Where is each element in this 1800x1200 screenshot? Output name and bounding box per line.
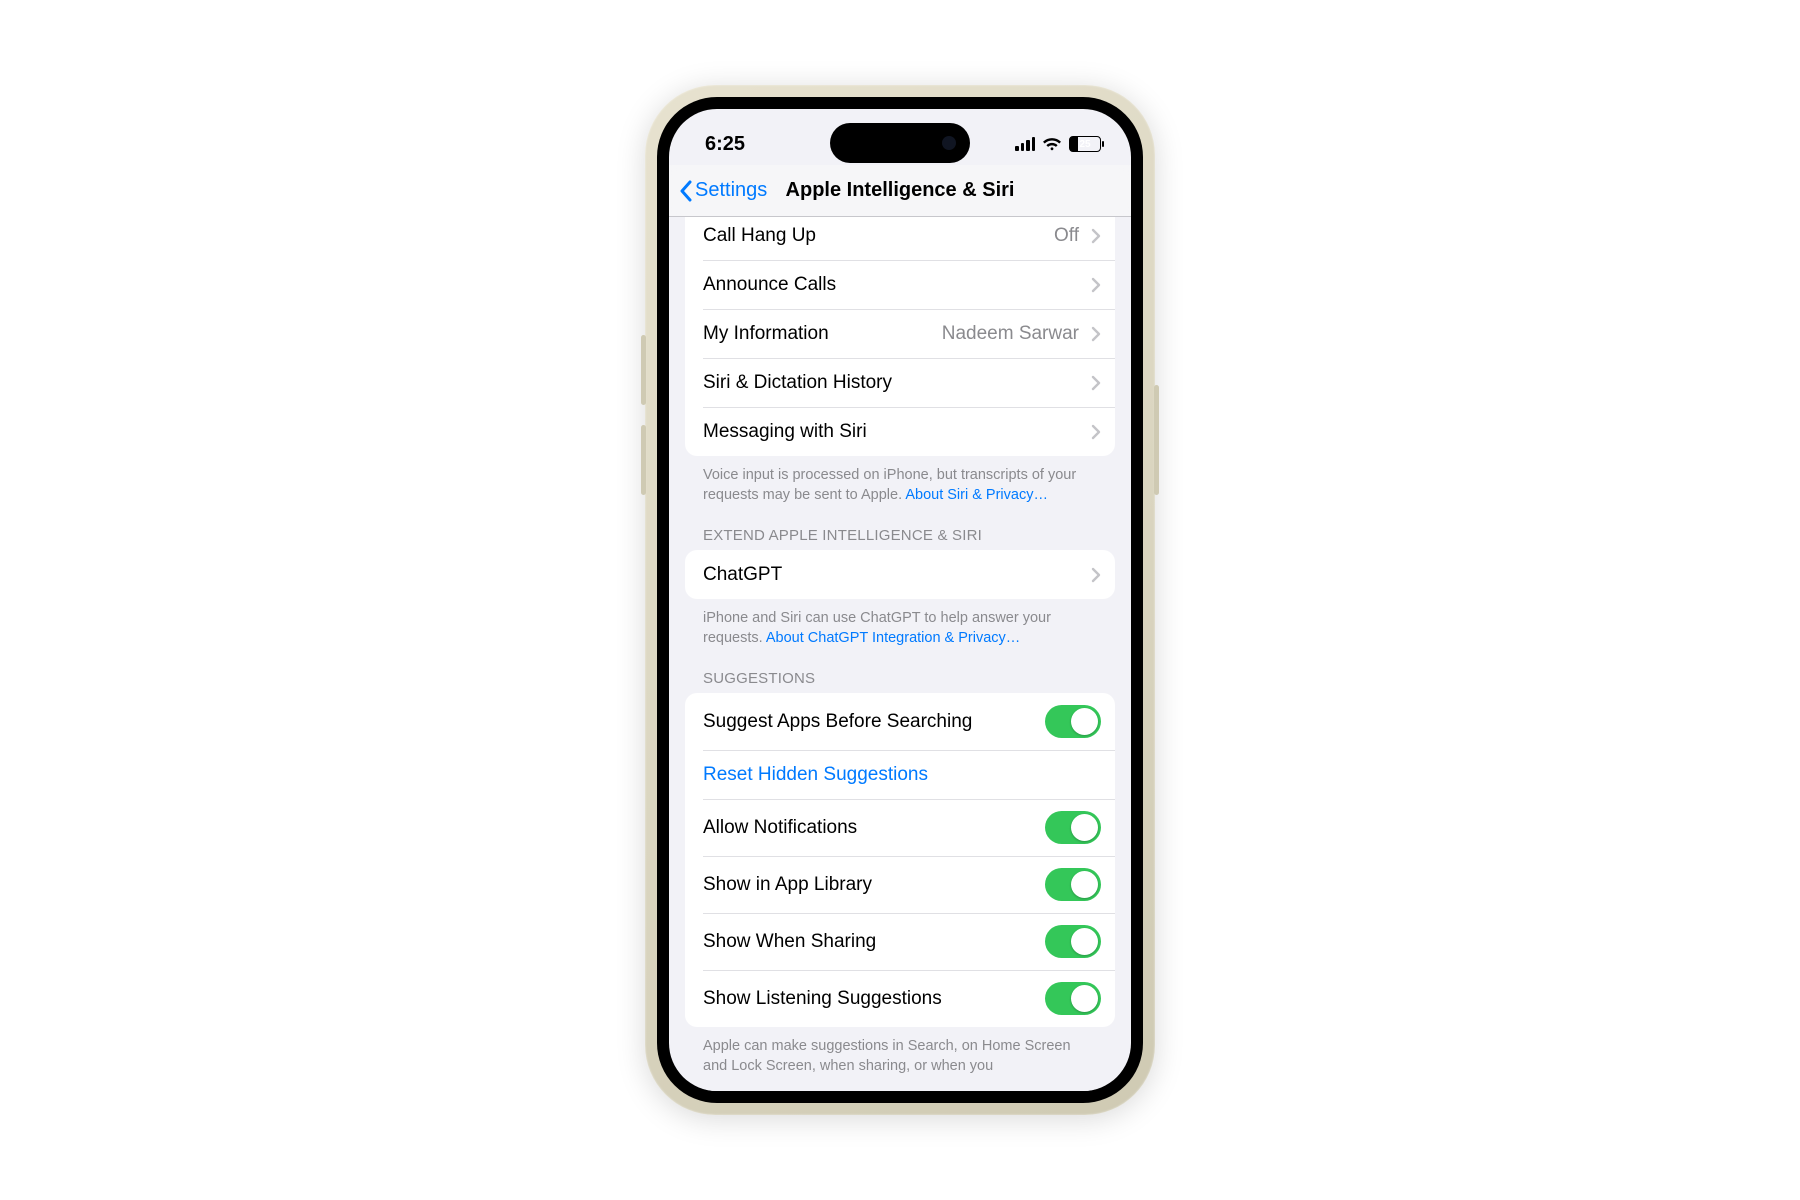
group2-footer: iPhone and Siri can use ChatGPT to help … <box>685 599 1115 648</box>
extend-intelligence-group: ChatGPT <box>685 550 1115 599</box>
phone-side-button <box>1154 385 1159 495</box>
row-suggest-apps: Suggest Apps Before Searching <box>685 693 1115 750</box>
row-my-information[interactable]: My Information Nadeem Sarwar <box>685 309 1115 358</box>
status-right: 25 <box>1015 136 1101 152</box>
row-show-app-library: Show in App Library <box>685 856 1115 913</box>
row-value: Off <box>1054 225 1079 247</box>
row-label: Siri & Dictation History <box>703 372 1091 394</box>
footer-text: Apple can make suggestions in Search, on… <box>703 1038 1071 1074</box>
back-button[interactable]: Settings <box>679 179 767 202</box>
group2-header: Extend Apple Intelligence & Siri <box>685 505 1115 550</box>
row-value: Nadeem Sarwar <box>942 323 1079 345</box>
battery-percent: 25 <box>1070 139 1100 150</box>
row-call-hang-up[interactable]: Call Hang Up Off <box>685 217 1115 260</box>
toggle-show-listening[interactable] <box>1045 982 1101 1015</box>
row-siri-dictation-history[interactable]: Siri & Dictation History <box>685 358 1115 407</box>
toggle-show-when-sharing[interactable] <box>1045 925 1101 958</box>
toggle-show-app-library[interactable] <box>1045 868 1101 901</box>
row-reset-hidden-suggestions[interactable]: Reset Hidden Suggestions <box>685 750 1115 799</box>
row-label: Show When Sharing <box>703 931 1045 953</box>
row-label: Show in App Library <box>703 874 1045 896</box>
phone-screen: 6:25 25 Settings <box>669 109 1131 1091</box>
row-label: ChatGPT <box>703 564 1091 586</box>
suggestions-group: Suggest Apps Before Searching Reset Hidd… <box>685 693 1115 1027</box>
siri-settings-group: Call Hang Up Off Announce Calls <box>685 217 1115 456</box>
status-time: 6:25 <box>705 133 745 156</box>
page-title: Apple Intelligence & Siri <box>786 179 1015 202</box>
back-label: Settings <box>695 179 767 202</box>
row-label: Show Listening Suggestions <box>703 988 1045 1010</box>
row-label: Allow Notifications <box>703 817 1045 839</box>
row-label: Call Hang Up <box>703 225 1054 247</box>
row-label: Messaging with Siri <box>703 421 1091 443</box>
chevron-right-icon <box>1091 228 1101 244</box>
row-show-listening-suggestions: Show Listening Suggestions <box>685 970 1115 1027</box>
toggle-suggest-apps[interactable] <box>1045 705 1101 738</box>
row-label: Reset Hidden Suggestions <box>703 764 1101 786</box>
dynamic-island <box>830 123 970 163</box>
group1-footer: Voice input is processed on iPhone, but … <box>685 456 1115 505</box>
row-label: My Information <box>703 323 942 345</box>
phone-frame: 6:25 25 Settings <box>645 85 1155 1115</box>
row-chatgpt[interactable]: ChatGPT <box>685 550 1115 599</box>
scroll-area[interactable]: Call Hang Up Off Announce Calls <box>669 217 1131 1091</box>
chevron-right-icon <box>1091 567 1101 583</box>
group3-header: Suggestions <box>685 648 1115 693</box>
chevron-right-icon <box>1091 326 1101 342</box>
row-allow-notifications: Allow Notifications <box>685 799 1115 856</box>
wifi-icon <box>1042 137 1062 151</box>
row-messaging-with-siri[interactable]: Messaging with Siri <box>685 407 1115 456</box>
battery-icon: 25 <box>1069 136 1101 152</box>
row-label: Suggest Apps Before Searching <box>703 711 1045 733</box>
cellular-icon <box>1015 137 1035 151</box>
about-chatgpt-privacy-link[interactable]: About ChatGPT Integration & Privacy… <box>766 630 1020 646</box>
group3-footer: Apple can make suggestions in Search, on… <box>685 1027 1115 1076</box>
row-label: Announce Calls <box>703 274 1091 296</box>
about-siri-privacy-link[interactable]: About Siri & Privacy… <box>905 487 1048 503</box>
nav-bar: Settings Apple Intelligence & Siri <box>669 165 1131 217</box>
row-show-when-sharing: Show When Sharing <box>685 913 1115 970</box>
chevron-right-icon <box>1091 375 1101 391</box>
row-announce-calls[interactable]: Announce Calls <box>685 260 1115 309</box>
toggle-allow-notifications[interactable] <box>1045 811 1101 844</box>
chevron-right-icon <box>1091 277 1101 293</box>
chevron-right-icon <box>1091 424 1101 440</box>
phone-bezel: 6:25 25 Settings <box>657 97 1143 1103</box>
